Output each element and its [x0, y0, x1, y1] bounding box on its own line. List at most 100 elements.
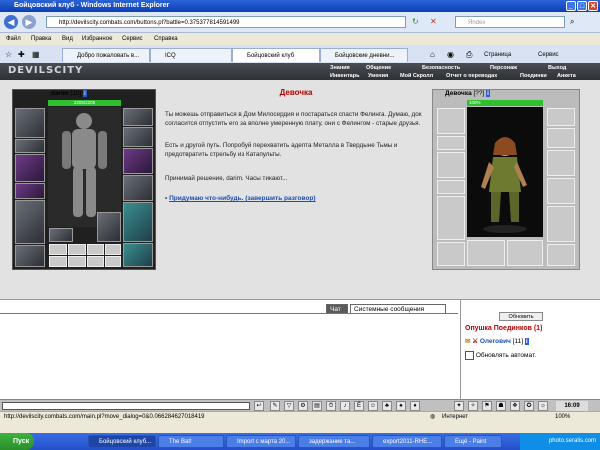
- nav-communication[interactable]: Общение: [366, 64, 391, 72]
- action-icon[interactable]: ☼: [538, 401, 548, 411]
- boots-slot[interactable]: [123, 243, 153, 267]
- clan-chat-icon[interactable]: ♣: [382, 401, 392, 411]
- close-button[interactable]: ✕: [588, 1, 598, 11]
- empty-slot[interactable]: [87, 256, 104, 267]
- info-icon[interactable]: i: [83, 90, 87, 97]
- refresh-icon[interactable]: ↻: [412, 17, 419, 26]
- feeds-icon[interactable]: ◉: [447, 50, 454, 59]
- search-icon[interactable]: ⌕: [570, 17, 574, 27]
- empty-slot[interactable]: [87, 244, 104, 255]
- tab-welcome[interactable]: Добро пожаловать в...: [62, 48, 150, 62]
- tools-menu[interactable]: Сервис: [538, 50, 559, 60]
- ring-slots[interactable]: [123, 127, 153, 147]
- weapon-slot[interactable]: [15, 154, 45, 182]
- nav-security[interactable]: Безопасность: [422, 64, 460, 72]
- page-menu[interactable]: Страница: [484, 50, 511, 60]
- taskbar-item-fight-club[interactable]: Бойцовский клуб...: [88, 435, 156, 448]
- scroll-icon[interactable]: ▤: [312, 401, 322, 411]
- menu-tools[interactable]: Сервис: [122, 33, 143, 45]
- auto-refresh-checkbox[interactable]: [465, 351, 474, 360]
- menu-edit[interactable]: Правка: [31, 33, 51, 45]
- taskbar-item-export[interactable]: export2011-RHE...: [372, 435, 442, 448]
- tab-list-icon[interactable]: ▦: [32, 50, 40, 59]
- tab-chat[interactable]: Чат: [326, 304, 348, 313]
- settings-icon[interactable]: ⚙: [298, 401, 308, 411]
- info-icon[interactable]: i: [524, 338, 529, 345]
- empty-slot[interactable]: [68, 244, 86, 255]
- sound-icon[interactable]: ♪: [340, 401, 350, 411]
- pet-slot[interactable]: [97, 212, 121, 242]
- offhand-slot[interactable]: [123, 148, 153, 174]
- favorites-star-icon[interactable]: ☆: [5, 50, 12, 59]
- online-user-name[interactable]: Олегович: [480, 338, 511, 345]
- empty-slot[interactable]: [68, 256, 86, 267]
- tab-fight-club[interactable]: Бойцовский клуб: [232, 48, 320, 62]
- dialog-choice-link[interactable]: Придумаю что-нибудь. (завершить разговор…: [169, 195, 315, 202]
- action-icon[interactable]: ✦: [454, 401, 464, 411]
- home-icon[interactable]: ⌂: [430, 50, 435, 59]
- send-icon[interactable]: ↵: [254, 401, 264, 411]
- gloves-slot[interactable]: [15, 183, 45, 199]
- party-chat-icon[interactable]: ♠: [396, 401, 406, 411]
- npc-name[interactable]: Девочка: [445, 90, 472, 97]
- tab-fight-diaries[interactable]: Бойцовские дневни...: [320, 48, 408, 62]
- nav-profile[interactable]: Анкета: [557, 72, 576, 80]
- armor-slot[interactable]: [15, 200, 45, 244]
- menu-view[interactable]: Вид: [62, 33, 73, 45]
- smiley-icon[interactable]: ☺: [368, 401, 378, 411]
- nav-character[interactable]: Персонаж: [490, 64, 517, 72]
- menu-file[interactable]: Файл: [6, 33, 21, 45]
- refresh-button[interactable]: Обновить: [499, 312, 543, 321]
- bag-slot-1[interactable]: [49, 228, 73, 242]
- menu-help[interactable]: Справка: [154, 33, 178, 45]
- translit-icon[interactable]: Ё: [354, 401, 364, 411]
- empty-slot[interactable]: [105, 244, 121, 255]
- taskbar-item-the-bat[interactable]: The Bat!: [158, 435, 224, 448]
- stop-icon[interactable]: ✕: [430, 17, 437, 26]
- empty-slot[interactable]: [105, 256, 121, 267]
- nav-battles[interactable]: Поединки: [520, 72, 547, 80]
- taskbar-item-import[interactable]: Import с марта 20...: [226, 435, 296, 448]
- online-user-row[interactable]: ✉ ⚔ Олегович [11] i: [465, 337, 529, 345]
- taskbar-item-paint[interactable]: Ещё - Paint: [444, 435, 502, 448]
- action-icon[interactable]: ✧: [468, 401, 478, 411]
- action-icon[interactable]: ❖: [510, 401, 520, 411]
- empty-slot[interactable]: [49, 256, 67, 267]
- belt-slot[interactable]: [15, 245, 45, 267]
- nav-skills[interactable]: Умения: [368, 72, 388, 80]
- shield-slot[interactable]: [123, 175, 153, 201]
- menu-favorites[interactable]: Избранное: [82, 33, 112, 45]
- print-icon[interactable]: ⎙: [466, 50, 472, 60]
- nav-inventory[interactable]: Инвентарь: [330, 72, 359, 80]
- add-favorites-icon[interactable]: ✚: [18, 50, 25, 59]
- action-icon[interactable]: ⚑: [482, 401, 492, 411]
- private-chat-icon[interactable]: ♦: [410, 401, 420, 411]
- filter-icon[interactable]: ▽: [284, 401, 294, 411]
- taskbar-item-detention[interactable]: задержание та...: [298, 435, 370, 448]
- nav-my-scroll[interactable]: Мой Скролл: [400, 72, 433, 80]
- necklace-slot[interactable]: [15, 139, 45, 153]
- empty-slot[interactable]: [49, 244, 67, 255]
- clear-icon[interactable]: ✎: [270, 401, 280, 411]
- helmet-slot[interactable]: [15, 108, 45, 138]
- nav-exit[interactable]: Выход: [548, 64, 566, 72]
- history-icon[interactable]: ⏱: [326, 401, 336, 411]
- maximize-button[interactable]: □: [577, 1, 587, 11]
- nav-knowledge[interactable]: Знания: [330, 64, 350, 72]
- tab-icq[interactable]: ICQ: [150, 48, 232, 62]
- back-icon[interactable]: ◀: [4, 15, 18, 29]
- action-icon[interactable]: ☗: [496, 401, 506, 411]
- action-icon[interactable]: ✪: [524, 401, 534, 411]
- forward-icon[interactable]: ▶: [22, 15, 36, 29]
- earring-slot[interactable]: [123, 108, 153, 126]
- player-name[interactable]: darim: [51, 90, 69, 97]
- private-message-icon[interactable]: ✉: [465, 338, 470, 345]
- minimize-button[interactable]: _: [566, 1, 576, 11]
- start-button[interactable]: Пуск: [0, 433, 34, 450]
- info-icon[interactable]: i: [486, 90, 490, 97]
- address-input[interactable]: http://devilscity.combats.com/buttons.pl…: [46, 16, 406, 28]
- search-input[interactable]: Яndex: [455, 16, 565, 28]
- chat-input[interactable]: [2, 402, 250, 410]
- tab-system-messages[interactable]: Системные сообщения: [350, 304, 446, 313]
- dialog-choice[interactable]: • Придумаю что-нибудь. (завершить разгов…: [165, 194, 423, 203]
